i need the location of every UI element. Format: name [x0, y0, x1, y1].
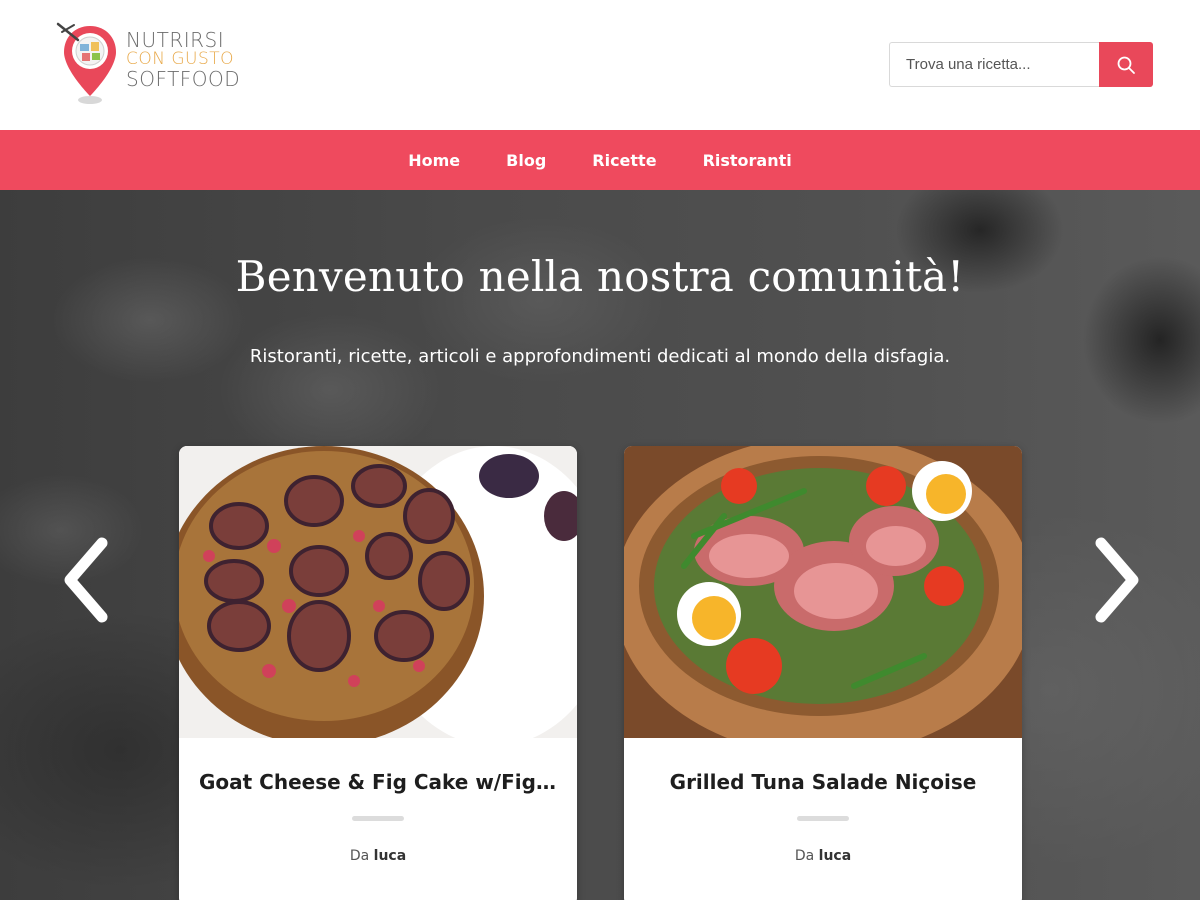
- logo-text: NUTRIRSI CON GUSTO SOFTFOOD: [126, 30, 240, 89]
- card-author: Da luca: [624, 848, 1022, 864]
- card-title[interactable]: Goat Cheese & Fig Cake w/Fig ...: [199, 770, 557, 794]
- logo-line-1: NUTRIRSI: [126, 28, 225, 52]
- search-input[interactable]: [889, 42, 1099, 87]
- tuna-salad-photo: [624, 446, 1022, 738]
- main-nav: Home Blog Ricette Ristoranti: [0, 130, 1200, 190]
- author-name[interactable]: luca: [819, 848, 852, 864]
- hero-section: Benvenuto nella nostra comunità! Ristora…: [0, 190, 1200, 900]
- search-icon: [1117, 56, 1135, 74]
- nav-item-ricette[interactable]: Ricette: [592, 151, 656, 170]
- search-button[interactable]: [1099, 42, 1153, 87]
- carousel-prev-button[interactable]: [60, 535, 110, 625]
- logo-line-2: CON GUSTO: [126, 49, 235, 69]
- site-logo[interactable]: NUTRIRSI CON GUSTO SOFTFOOD: [52, 22, 242, 108]
- author-name[interactable]: luca: [374, 848, 407, 864]
- recipe-card[interactable]: Grilled Tuna Salade Niçoise Da luca: [624, 446, 1022, 900]
- hero-subtitle: Ristoranti, ricette, articoli e approfon…: [249, 346, 951, 367]
- card-author: Da luca: [179, 848, 577, 864]
- fig-cake-photo: [179, 446, 577, 738]
- recipe-search-form: [889, 42, 1153, 87]
- map-pin-icon: [56, 22, 116, 104]
- author-prefix: Da: [349, 848, 370, 864]
- logo-line-3: SOFTFOOD: [126, 67, 241, 91]
- nav-item-home[interactable]: Home: [408, 151, 460, 170]
- nav-item-ristoranti[interactable]: Ristoranti: [703, 151, 792, 170]
- site-header: NUTRIRSI CON GUSTO SOFTFOOD: [0, 0, 1200, 130]
- nav-item-blog[interactable]: Blog: [506, 151, 546, 170]
- chevron-left-icon: [64, 537, 108, 623]
- carousel-next-button[interactable]: [1093, 535, 1143, 625]
- author-prefix: Da: [794, 848, 815, 864]
- recipe-card[interactable]: Goat Cheese & Fig Cake w/Fig ... Da luca: [179, 446, 577, 900]
- card-title[interactable]: Grilled Tuna Salade Niçoise: [644, 770, 1002, 794]
- card-divider: [352, 816, 404, 821]
- card-divider: [797, 816, 849, 821]
- chevron-right-icon: [1095, 537, 1139, 623]
- hero-title: Benvenuto nella nostra comunità!: [235, 252, 965, 301]
